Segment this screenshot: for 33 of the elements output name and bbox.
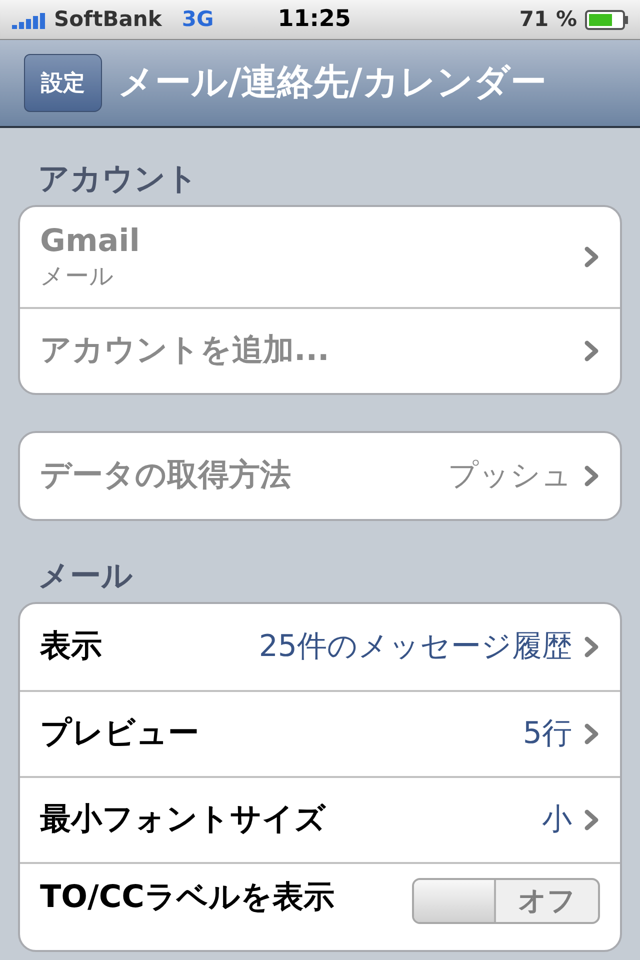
row-value: プッシュ [448, 457, 572, 496]
network-type: 3G [182, 6, 214, 33]
chevron-icon [584, 246, 600, 268]
settings-row[interactable]: TO/CCラベルを表示 オフ [20, 862, 620, 950]
carrier-name: SoftBank [54, 6, 162, 33]
settings-row[interactable]: 表示 25件のメッセージ履歴 [20, 604, 620, 690]
window-title: メール/連絡先/カレンダー [118, 61, 546, 105]
settings-row[interactable]: プレビュー 5行 [20, 690, 620, 776]
row-subtitle: メール [40, 261, 115, 292]
back-button[interactable]: 設定 [24, 54, 102, 112]
chevron-icon [584, 636, 600, 658]
row-label: Gmail [40, 222, 141, 262]
row-value: 25件のメッセージ履歴 [258, 628, 572, 666]
chevron-icon [584, 808, 600, 830]
chevron-icon [584, 340, 600, 362]
chevron-icon [584, 722, 600, 744]
section-header: アカウント [37, 160, 199, 199]
row-value: 5行 [522, 715, 572, 753]
row-label: アカウントを追加... [40, 331, 330, 370]
row-label: プレビュー [40, 714, 200, 753]
settings-row[interactable]: 最小フォントサイズ 小 [20, 776, 620, 862]
row-label: 最小フォントサイズ [40, 800, 327, 839]
toggle-switch[interactable]: オフ [412, 878, 600, 924]
section-header: メール [37, 556, 134, 596]
battery-percent: 71 % [519, 6, 577, 33]
row-label: 表示 [40, 627, 103, 666]
row-value: 小 [542, 801, 572, 839]
row-label: TO/CCラベルを表示 [40, 878, 336, 916]
clock: 11:25 [278, 5, 351, 34]
toggle-text: オフ [517, 882, 577, 918]
chevron-icon [584, 464, 600, 487]
row-label: データの取得方法 [40, 456, 292, 496]
signal-icon [12, 10, 46, 28]
